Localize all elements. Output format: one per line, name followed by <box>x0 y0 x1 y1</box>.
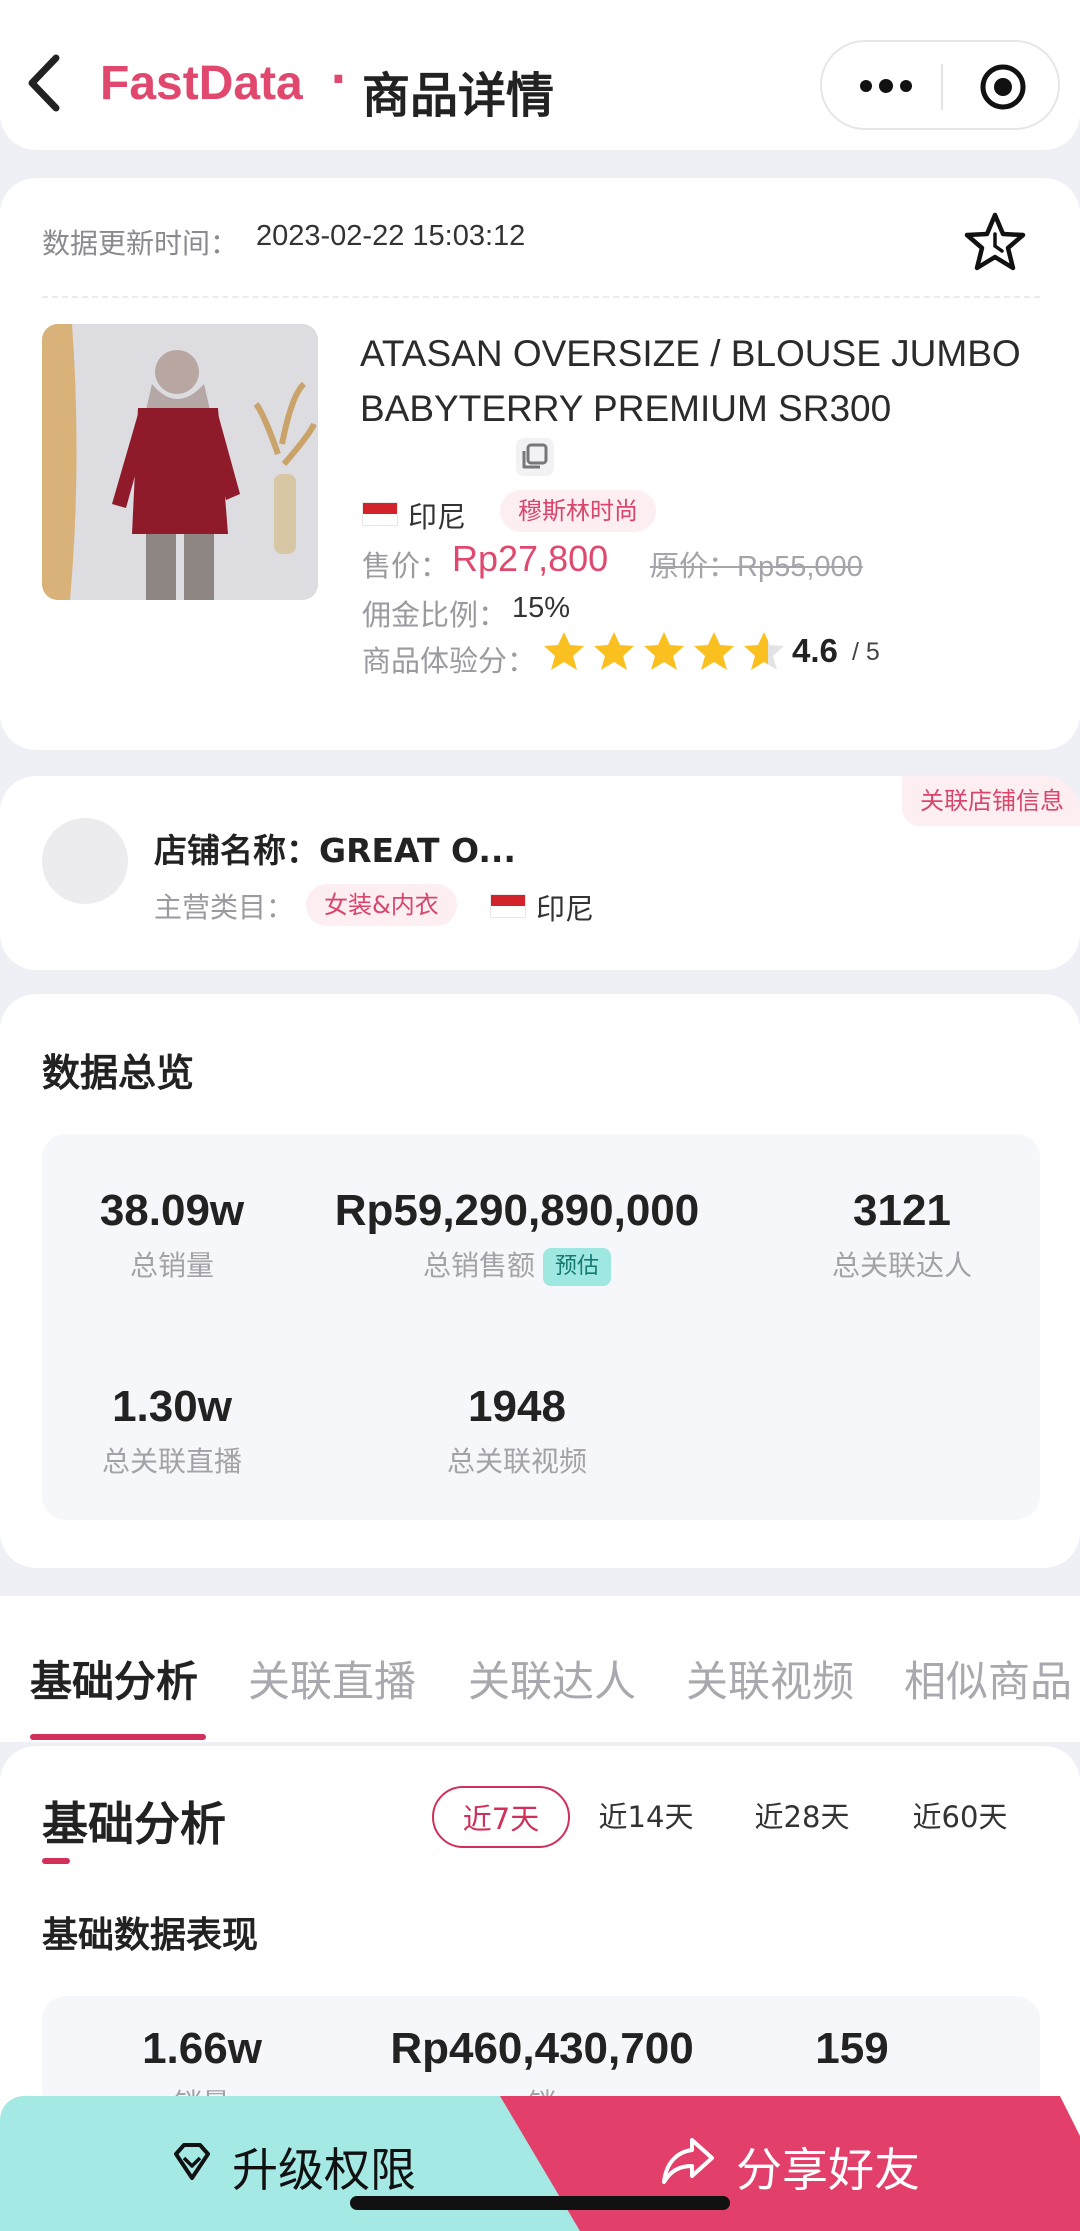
analysis-title: 基础分析 <box>42 1797 226 1851</box>
share-label: 分享好友 <box>736 2143 920 2197</box>
update-time-value: 2023-02-22 15:03:12 <box>256 220 526 252</box>
related-shop-link[interactable]: 关联店铺信息 <box>902 776 1080 826</box>
copy-icon[interactable] <box>512 434 558 480</box>
metric-total-revenue: Rp59,290,890,000 总销售额 预估 <box>292 1186 742 1286</box>
tab-related-videos[interactable]: 关联视频 <box>686 1648 854 1709</box>
metric-value: 1.30w <box>112 1382 232 1431</box>
title-separator: · <box>330 54 347 105</box>
metric-total-lives: 1.30w 总关联直播 <box>82 1382 262 1480</box>
metric-caption: 总销量 <box>129 1249 214 1282</box>
indonesia-flag-icon <box>490 894 526 918</box>
metric-total-creators: 3121 总关联达人 <box>802 1186 1002 1284</box>
title-accent <box>42 1858 70 1864</box>
metric-caption: 总关联达人 <box>831 1249 972 1282</box>
top-nav-bar: FastData · 商品详情 <box>0 0 1080 150</box>
metric-value: 38.09w <box>99 1186 245 1235</box>
bottom-action-bar: 升级权限 分享好友 <box>0 2096 1080 2231</box>
page-title: 商品详情 <box>362 68 555 124</box>
metric-value: Rp59,290,890,000 <box>334 1186 700 1235</box>
metric-total-videos: 1948 总关联视频 <box>427 1382 607 1480</box>
product-info-card: 数据更新时间： 2023-02-22 15:03:12 ATASAN OVERS… <box>0 178 1080 750</box>
overview-title: 数据总览 <box>42 1051 195 1095</box>
shop-category-label: 主营类目： <box>154 891 295 924</box>
indonesia-flag-icon <box>362 502 398 526</box>
star-outline-icon[interactable] <box>962 210 1028 276</box>
target-icon[interactable] <box>978 62 1028 112</box>
upgrade-button[interactable]: 升级权限 <box>0 2096 600 2231</box>
capsule-divider <box>941 64 943 110</box>
share-button[interactable]: 分享好友 <box>500 2096 1080 2231</box>
star-icon <box>744 632 784 670</box>
metric-value: 3121 <box>853 1186 951 1235</box>
home-indicator <box>350 2196 730 2210</box>
rating-label: 商品体验分： <box>362 644 537 678</box>
star-icon <box>694 632 734 670</box>
range-60d[interactable]: 近60天 <box>898 1786 1022 1848</box>
metric-value: 1.66w <box>142 2024 262 2073</box>
divider <box>42 296 1040 298</box>
active-tab-indicator <box>30 1734 206 1740</box>
rating-score: 4.6 <box>792 632 838 669</box>
star-icon <box>644 632 684 670</box>
share-icon <box>662 2138 714 2184</box>
metric-caption: 总关联视频 <box>446 1445 587 1478</box>
more-icon[interactable] <box>858 72 914 100</box>
tab-related-lives[interactable]: 关联直播 <box>248 1648 416 1709</box>
shop-avatar <box>42 818 128 904</box>
commission-label: 佣金比例： <box>362 598 508 632</box>
overview-metrics-panel: 38.09w 总销量 Rp59,290,890,000 总销售额 预估 3121 … <box>42 1134 1040 1520</box>
metric-caption: 总销售额 <box>422 1249 535 1282</box>
tab-similar-products[interactable]: 相似商品 <box>904 1648 1072 1709</box>
shop-info-card[interactable]: 关联店铺信息 店铺名称：GREAT O... 主营类目： 女装&内衣 印尼 <box>0 776 1080 970</box>
metric-value: Rp460,430,700 <box>390 2024 694 2073</box>
rating-stars <box>542 630 792 680</box>
product-country: 印尼 <box>408 500 467 534</box>
range-14d[interactable]: 近14天 <box>586 1786 706 1848</box>
product-image[interactable] <box>42 324 318 600</box>
commission-value: 15% <box>512 592 571 624</box>
estimate-badge: 预估 <box>543 1248 612 1286</box>
shop-name: 店铺名称：GREAT O... <box>154 831 516 870</box>
metric-value: 159 <box>815 2024 889 2073</box>
update-time-label: 数据更新时间： <box>42 227 239 260</box>
mini-program-capsule <box>820 40 1060 130</box>
range-28d[interactable]: 近28天 <box>740 1786 864 1848</box>
sale-price: Rp27,800 <box>452 538 609 579</box>
rating-max: / 5 <box>852 638 880 666</box>
price-label: 售价： <box>362 549 450 583</box>
product-photo-illustration <box>42 324 318 600</box>
star-icon <box>544 632 584 670</box>
product-title: ATASAN OVERSIZE / BLOUSE JUMBO BABYTERRY… <box>360 333 1021 429</box>
metric-total-sales: 38.09w 总销量 <box>82 1186 262 1284</box>
data-overview-card: 数据总览 38.09w 总销量 Rp59,290,890,000 总销售额 预估 … <box>0 994 1080 1568</box>
tab-basic-analysis[interactable]: 基础分析 <box>30 1648 198 1709</box>
analysis-tab-bar: 基础分析 关联直播 关联达人 关联视频 相似商品 <box>0 1596 1080 1742</box>
star-icon <box>594 632 634 670</box>
shop-category-tag: 女装&内衣 <box>306 884 457 926</box>
tab-related-creators[interactable]: 关联达人 <box>468 1648 636 1709</box>
original-price: 原价：Rp55,000 <box>650 551 863 583</box>
metric-value: 1948 <box>468 1382 566 1431</box>
diamond-icon <box>174 2143 210 2180</box>
product-category-tag: 穆斯林时尚 <box>500 490 656 532</box>
range-7d[interactable]: 近7天 <box>432 1786 570 1848</box>
basic-data-subtitle: 基础数据表现 <box>42 1915 259 1956</box>
metric-third: 159 <box>782 2024 922 2074</box>
metric-caption: 总关联直播 <box>101 1445 242 1478</box>
back-icon[interactable] <box>22 52 66 114</box>
shop-country: 印尼 <box>536 892 595 926</box>
upgrade-label: 升级权限 <box>232 2143 416 2197</box>
brand-name: FastData <box>100 57 303 110</box>
